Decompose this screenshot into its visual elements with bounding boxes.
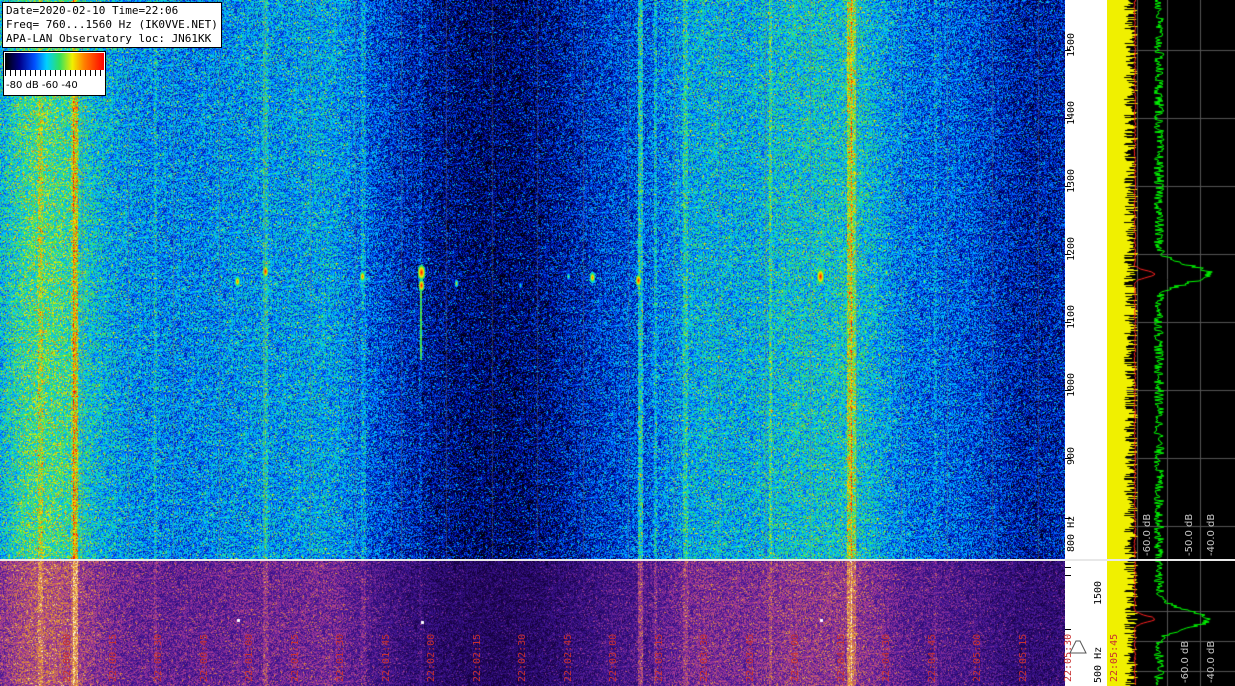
time-label: 22:03:15 bbox=[653, 633, 665, 682]
spectrum-main bbox=[1107, 0, 1235, 559]
freq-tick-mark bbox=[1065, 567, 1071, 568]
freq-tick-label: 500 Hz bbox=[1093, 646, 1104, 683]
db-label: -60.0 dB bbox=[1142, 513, 1153, 556]
freq-tick-label: 1500 bbox=[1093, 580, 1104, 605]
time-label: 22:05:00 bbox=[972, 633, 983, 682]
time-label: 22:04:15 bbox=[835, 633, 847, 682]
freq-tick-label: 800 Hz bbox=[1066, 515, 1077, 552]
time-label: 22:01:15 bbox=[289, 633, 301, 682]
freq-tick-label: 1100 bbox=[1066, 304, 1077, 329]
freq-tick-label: 1200 bbox=[1066, 236, 1077, 261]
time-label: 22:01:45 bbox=[380, 633, 392, 682]
frequency-axis: 1500 1400 1300 1200 1100 1000 900 800 Hz bbox=[1065, 0, 1107, 559]
freq-tick-mark bbox=[1065, 575, 1071, 576]
date-time-label: Date=2020-02-10 Time=22:06 bbox=[6, 4, 179, 17]
time-label: 22:02:00 bbox=[426, 633, 437, 682]
freq-tick-label: 1000 bbox=[1066, 372, 1077, 397]
time-label: 22:00:45 bbox=[198, 633, 210, 682]
time-label: 22:05:30 bbox=[1063, 633, 1074, 682]
color-scale-bar bbox=[5, 53, 104, 70]
freq-tick-label: 900 bbox=[1066, 446, 1077, 465]
time-label: 22:03:45 bbox=[744, 633, 756, 682]
time-label: 22:04:00 bbox=[790, 633, 801, 682]
frequency-range-label: Freq= 760...1560 Hz (IK0VVE.NET) bbox=[6, 18, 218, 31]
color-scale-labels: -80 dB -60 -40 bbox=[6, 80, 78, 91]
color-scale-legend: -80 dB -60 -40 bbox=[3, 51, 106, 96]
time-label: 22:05:45 bbox=[1108, 633, 1120, 682]
time-label: 22:02:30 bbox=[517, 633, 528, 682]
time-label: 22:00:15 bbox=[107, 633, 119, 682]
time-label: 22:00:30 bbox=[153, 633, 164, 682]
time-label: 22:05:15 bbox=[1017, 633, 1029, 682]
info-box: Date=2020-02-10 Time=22:06 Freq= 760...1… bbox=[2, 2, 222, 48]
time-label: 22:03:00 bbox=[608, 633, 619, 682]
observatory-label: APA-LAN Observatory loc: JN61KK bbox=[6, 32, 212, 45]
time-label: 22:02:45 bbox=[562, 633, 574, 682]
waterfall-main[interactable] bbox=[0, 0, 1065, 559]
time-label: 22:02:15 bbox=[471, 633, 483, 682]
freq-tick-label: 1300 bbox=[1066, 168, 1077, 193]
time-label: 22:04:30 bbox=[881, 633, 892, 682]
freq-tick-mark bbox=[1065, 629, 1071, 630]
time-label: 22:00:00 bbox=[62, 633, 73, 682]
freq-tick-label: 1500 bbox=[1066, 32, 1077, 57]
time-label: 22:04:45 bbox=[926, 633, 938, 682]
db-label: -60.0 dB bbox=[1180, 640, 1191, 683]
db-label: -40.0 dB bbox=[1206, 513, 1217, 556]
freq-tick-label: 1400 bbox=[1066, 100, 1077, 125]
time-label: 22:03:30 bbox=[699, 633, 710, 682]
time-label: 22:01:00 bbox=[244, 633, 255, 682]
db-label: -50.0 dB bbox=[1184, 513, 1195, 556]
color-scale-ticks bbox=[5, 70, 104, 76]
time-label: 22:01:30 bbox=[335, 633, 346, 682]
db-label: -40.0 dB bbox=[1206, 640, 1217, 683]
